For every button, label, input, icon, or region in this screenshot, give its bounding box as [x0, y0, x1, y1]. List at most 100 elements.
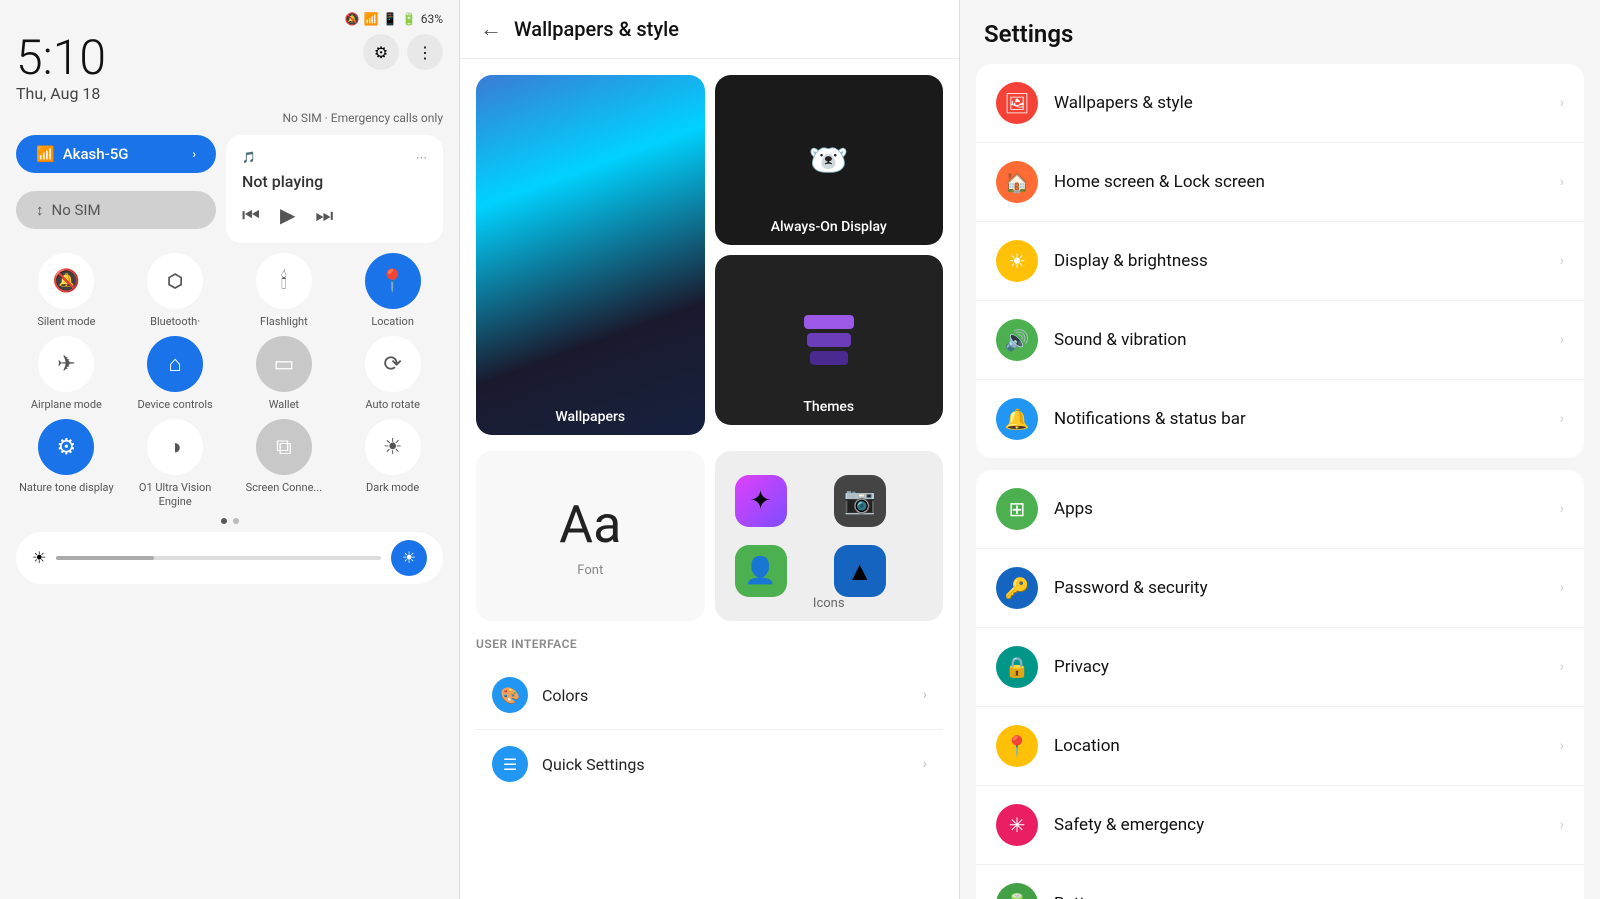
next-btn[interactable]: ⏭: [315, 203, 333, 227]
wallpapers-icon: 🖼: [996, 82, 1038, 124]
brightness-bar[interactable]: ☀ ☀: [16, 532, 443, 584]
wifi-name: Akash-5G: [63, 145, 129, 163]
not-playing-text: Not playing: [242, 172, 427, 191]
prev-btn[interactable]: ⏮: [242, 203, 260, 227]
notifications-icon: 🔔: [996, 398, 1038, 440]
pagination-dots: [16, 518, 443, 524]
settings-password[interactable]: 🔑 Password & security ›: [976, 549, 1584, 628]
display-text: Display & brightness: [1054, 251, 1560, 271]
quick-settings-icon: ☰: [492, 746, 528, 782]
battery-text: Battery: [1054, 894, 1560, 899]
wallpapers-label: Wallpapers: [476, 409, 705, 425]
play-btn[interactable]: ▶: [280, 203, 295, 227]
settings-battery[interactable]: 🔋 Battery ›: [976, 865, 1584, 899]
sound-icon: 🔊: [996, 319, 1038, 361]
gradient-bg: [476, 75, 705, 435]
theme-layer-1: [804, 315, 854, 329]
password-chevron: ›: [1560, 580, 1564, 596]
tile-wallet: ▭ Wallet: [234, 336, 335, 411]
quick-settings-chevron: ›: [923, 756, 927, 772]
apps-chevron: ›: [1560, 501, 1564, 517]
themes-icon: [804, 315, 854, 365]
tile-silent: 🔕 Silent mode: [16, 253, 117, 328]
flashlight-icon[interactable]: 🕯: [256, 253, 312, 309]
airplane-label: Airplane mode: [31, 398, 102, 411]
sim-icon: 📱: [383, 12, 398, 26]
settings-homescreen[interactable]: 🏠 Home screen & Lock screen ›: [976, 143, 1584, 222]
settings-display[interactable]: ☀ Display & brightness ›: [976, 222, 1584, 301]
notification-panel: 🔕 📶 📱 🔋 63% 5:10 Thu, Aug 18 ⚙ ⋮ No SIM …: [0, 0, 460, 899]
wifi-button[interactable]: 📶 Akash-5G ›: [16, 135, 216, 173]
tile-screen-connect: ⧉ Screen Conne...: [234, 419, 335, 507]
app-icon-2: 📷: [834, 475, 886, 527]
settings-header: Settings: [960, 0, 1600, 64]
settings-notifications[interactable]: 🔔 Notifications & status bar ›: [976, 380, 1584, 458]
brightness-settings-btn[interactable]: ☀: [391, 540, 427, 576]
display-chevron: ›: [1560, 253, 1564, 269]
status-bar: 🔕 📶 📱 🔋 63%: [16, 12, 443, 26]
wallpaper-thumb-aod[interactable]: 🐻‍❄️ Always-On Display: [715, 75, 944, 245]
brightness-track[interactable]: [56, 556, 381, 560]
nature-tone-icon[interactable]: ⚙: [38, 419, 94, 475]
colors-icon: 🎨: [492, 677, 528, 713]
wallpaper-thumb-themes[interactable]: Themes: [715, 255, 944, 425]
display-icon: ☀: [996, 240, 1038, 282]
dark-mode-icon[interactable]: ☀: [365, 419, 421, 475]
wifi-icon: 📶: [364, 12, 379, 26]
airplane-icon[interactable]: ✈: [38, 336, 94, 392]
wallpaper-thumb-font[interactable]: Aa Font: [476, 451, 705, 621]
settings-safety[interactable]: ✳ Safety & emergency ›: [976, 786, 1584, 865]
settings-location[interactable]: 📍 Location ›: [976, 707, 1584, 786]
autorotate-label: Auto rotate: [365, 398, 420, 411]
tile-nature-tone: ⚙ Nature tone display: [16, 419, 117, 507]
bluetooth-icon[interactable]: ⬡: [147, 253, 203, 309]
device-controls-label: Device controls: [137, 398, 212, 411]
media-card: 🎵 ⋯ Not playing ⏮ ▶ ⏭: [226, 135, 443, 243]
apps-icon: ⊞: [996, 488, 1038, 530]
app-icon-4: ▲: [834, 545, 886, 597]
apps-text: Apps: [1054, 499, 1560, 519]
settings-icon-btn[interactable]: ⚙: [363, 34, 399, 70]
location-chevron: ›: [1560, 738, 1564, 754]
back-button[interactable]: ←: [480, 16, 502, 42]
more-options-btn[interactable]: ⋮: [407, 34, 443, 70]
settings-privacy[interactable]: 🔒 Privacy ›: [976, 628, 1584, 707]
media-controls: ⏮ ▶ ⏭: [242, 203, 427, 227]
status-bar-right: 🔕 📶 📱 🔋 63%: [345, 12, 443, 26]
colors-item[interactable]: 🎨 Colors ›: [476, 661, 943, 730]
media-more-icon[interactable]: ⋯: [416, 151, 427, 164]
settings-wallpapers[interactable]: 🖼 Wallpapers & style ›: [976, 64, 1584, 143]
sim-button[interactable]: ↕ No SIM: [16, 191, 216, 229]
wallpaper-thumb-gradient[interactable]: Wallpapers: [476, 75, 705, 435]
tile-device-controls: ⌂ Device controls: [125, 336, 226, 411]
screen-connect-label: Screen Conne...: [246, 481, 323, 494]
settings-sound[interactable]: 🔊 Sound & vibration ›: [976, 301, 1584, 380]
wallet-icon[interactable]: ▭: [256, 336, 312, 392]
media-app-icon: 🎵: [242, 151, 256, 164]
tile-vision-engine: ◑ O1 Ultra Vision Engine: [125, 419, 226, 507]
bluetooth-label: Bluetooth·: [150, 315, 200, 328]
screen-connect-icon[interactable]: ⧉: [256, 419, 312, 475]
flashlight-label: Flashlight: [260, 315, 308, 328]
wallpaper-thumb-icons[interactable]: ✦ 📷 👤 ▲ Icons: [715, 451, 944, 621]
quick-settings-item[interactable]: ☰ Quick Settings ›: [476, 730, 943, 798]
silent-icon[interactable]: 🔕: [38, 253, 94, 309]
battery-settings-icon: 🔋: [996, 883, 1038, 899]
vision-engine-label: O1 Ultra Vision Engine: [125, 481, 226, 507]
wallpapers-header: ← Wallpapers & style: [460, 0, 959, 59]
location-icon[interactable]: 📍: [365, 253, 421, 309]
settings-panel: Settings 🖼 Wallpapers & style › 🏠 Home s…: [960, 0, 1600, 899]
brightness-low-icon: ☀: [32, 548, 46, 567]
location-label: Location: [371, 315, 414, 328]
homescreen-icon: 🏠: [996, 161, 1038, 203]
settings-apps[interactable]: ⊞ Apps ›: [976, 470, 1584, 549]
device-controls-icon[interactable]: ⌂: [147, 336, 203, 392]
autorotate-icon[interactable]: ⟳: [365, 336, 421, 392]
vision-engine-icon[interactable]: ◑: [147, 419, 203, 475]
battery-icon: 🔋: [402, 12, 417, 26]
time-display: 5:10: [16, 34, 106, 82]
icons-label: Icons: [715, 596, 944, 611]
wallet-label: Wallet: [269, 398, 299, 411]
settings-group-2: ⊞ Apps › 🔑 Password & security › 🔒 Priva…: [976, 470, 1584, 899]
top-row: 📶 Akash-5G › ↕ No SIM 🎵 ⋯ Not playing ⏮ …: [16, 135, 443, 243]
